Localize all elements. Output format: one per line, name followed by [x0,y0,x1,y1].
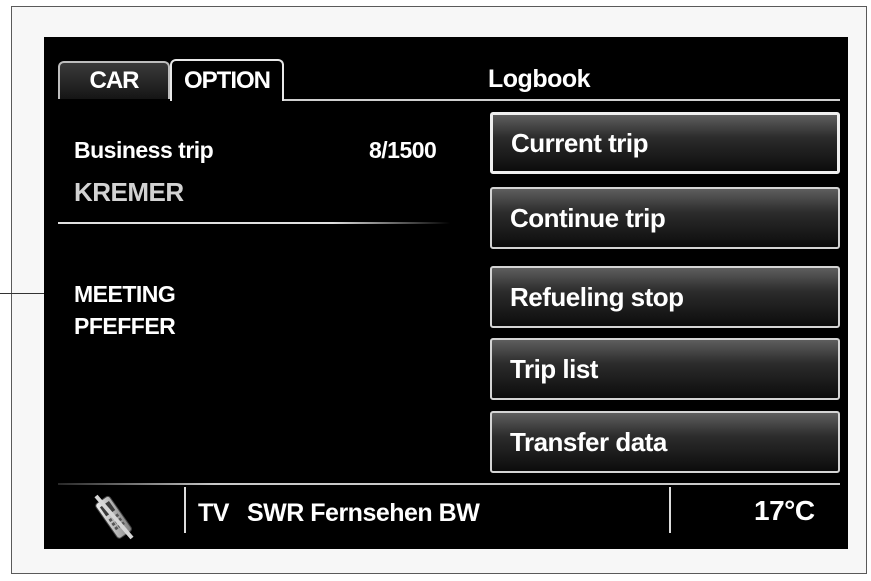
current-trip-label: Current trip [511,127,649,158]
trip-list-button[interactable]: Trip list [490,338,840,400]
refueling-stop-label: Refueling stop [510,281,684,312]
phone-crossed-icon [94,494,134,540]
trip-count: 8/1500 [369,137,437,163]
tab-underline [284,99,840,101]
tab-option[interactable]: OPTION [170,59,284,101]
status-bar-divider [58,483,840,485]
trip-type-label: Business trip [74,137,214,163]
station-name: SWR Fernsehen BW [247,499,480,527]
callout-line [0,293,44,294]
driver-name: KREMER [74,177,184,207]
current-trip-button[interactable]: Current trip [490,112,840,174]
trip-list-label: Trip list [510,353,598,384]
refueling-stop-button[interactable]: Refueling stop [490,266,840,328]
page-title: Logbook [488,65,591,93]
trip-purpose-line2: PFEFFER [74,313,176,339]
display-screen: CAR OPTION Logbook Business trip 8/1500 … [44,37,848,549]
status-divider-left [184,487,186,533]
tab-car[interactable]: CAR [58,61,170,99]
outside-temperature: 17°C [754,495,815,526]
tab-car-label: CAR [89,67,140,94]
continue-trip-button[interactable]: Continue trip [490,187,840,249]
transfer-data-label: Transfer data [510,426,667,457]
info-divider [58,222,450,224]
trip-purpose-line1: MEETING [74,281,176,307]
status-divider-right [669,487,671,533]
tab-option-label: OPTION [183,67,271,94]
media-source: TV [198,499,229,527]
transfer-data-button[interactable]: Transfer data [490,411,840,473]
continue-trip-label: Continue trip [510,202,666,233]
